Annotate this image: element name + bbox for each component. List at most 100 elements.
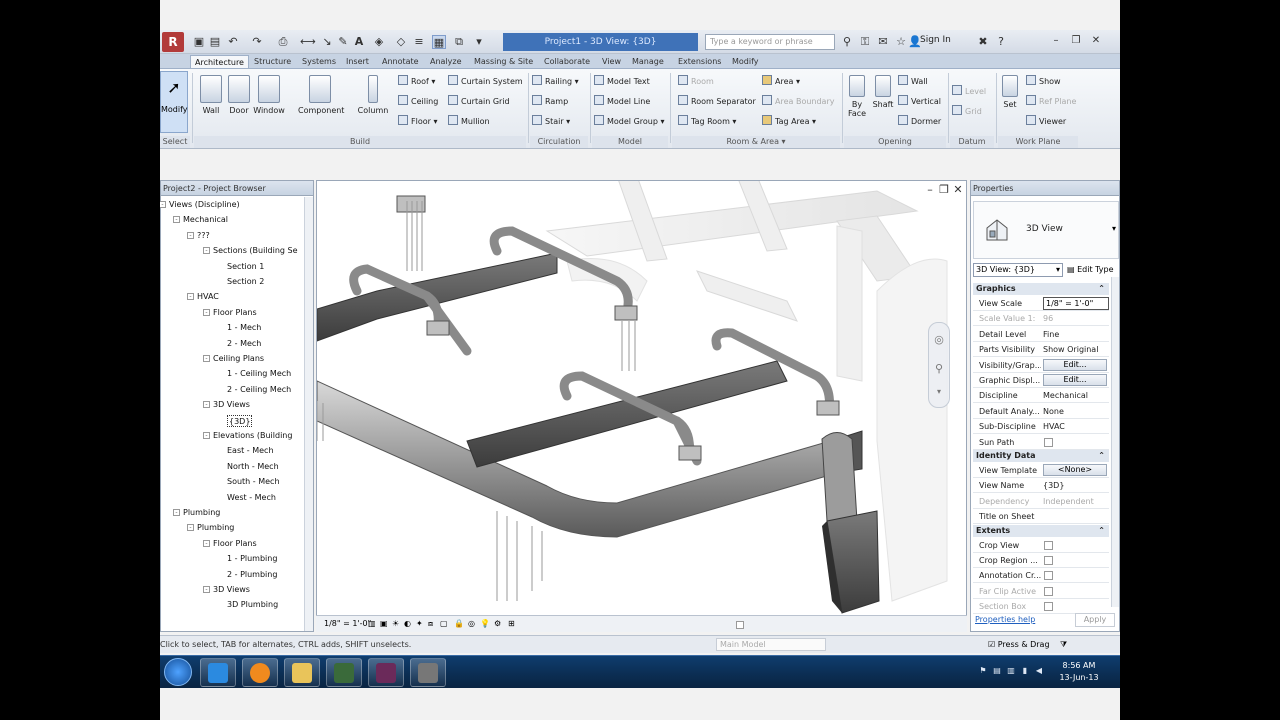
tab-massing-site[interactable]: Massing & Site [470,55,537,68]
browser-tree-item[interactable]: 3D Plumbing [227,599,278,611]
by-face-button[interactable]: By Face [844,73,870,131]
vertical-opening-button[interactable]: Vertical [898,95,941,109]
room-button[interactable]: Room [678,75,714,89]
tab-extensions[interactable]: Extensions [674,55,725,68]
detail-level-icon[interactable]: ▥ [368,616,376,632]
browser-tree-item[interactable]: Floor Plans [213,307,257,319]
crop-icon[interactable]: ⧈ [428,616,433,632]
tree-expander-icon[interactable]: - [203,539,210,547]
properties-scrollbar[interactable] [1111,277,1119,607]
viewer-button[interactable]: Viewer [1026,115,1066,129]
browser-tree-item[interactable]: Plumbing [197,522,234,534]
dimension-icon[interactable]: ↘ [320,35,334,49]
tab-collaborate[interactable]: Collaborate [540,55,594,68]
reveal-hidden-icon[interactable]: 💡 [480,616,490,632]
browser-tree-item[interactable]: Plumbing [183,507,220,519]
browser-tree-item[interactable]: 2 - Ceiling Mech [227,384,291,396]
browser-tree-item[interactable]: 3D Views [213,584,250,596]
floor-button[interactable]: Floor ▾ [398,115,437,129]
browser-tree-item[interactable]: Floor Plans [213,538,257,550]
type-dropdown-icon[interactable]: ▾ [1112,224,1116,233]
tree-expander-icon[interactable]: - [173,216,180,224]
browser-tree-item[interactable]: {3D} [227,414,253,427]
browser-tree-item[interactable]: West - Mech [227,492,276,504]
switch-windows-icon[interactable]: ▦ [432,35,446,49]
browser-tree-item[interactable]: 2 - Mech [227,338,261,350]
zoom-icon[interactable]: ⚲ [929,362,949,375]
search-input[interactable]: Type a keyword or phrase [705,34,835,50]
browser-tree-item[interactable]: Section 1 [227,261,264,273]
browser-tree-item[interactable]: East - Mech [227,445,274,457]
component-button[interactable]: Component [298,73,344,131]
property-section-header[interactable]: Extents ⌃ [973,524,1109,537]
tab-insert[interactable]: Insert [342,55,373,68]
property-value[interactable]: 1/8" = 1'-0" [1043,297,1109,310]
quick-access-dropdown-icon[interactable]: ▾ [472,35,486,49]
render-icon[interactable]: ✦ [416,616,423,632]
taskbar-clock[interactable]: 8:56 AM 13-Jun-13 [1055,660,1103,684]
visual-style-icon[interactable]: ▣ [380,616,388,632]
press-drag-checkbox[interactable]: ☑ Press & Drag [988,636,1050,653]
tray-volume-icon[interactable]: ◀ [1034,666,1044,676]
model-group-button[interactable]: Model Group ▾ [594,115,664,129]
tray-network2-icon[interactable]: ▥ [1006,666,1016,676]
start-button[interactable] [164,658,192,686]
tray-action-icon[interactable]: ⚑ [978,666,988,676]
tree-expander-icon[interactable]: - [187,293,194,301]
property-checkbox[interactable] [1044,540,1053,550]
area-button[interactable]: Area ▾ [762,75,800,89]
tree-expander-icon[interactable]: - [187,231,194,239]
grid-button[interactable]: Grid [952,105,982,119]
show-work-plane-button[interactable]: Show [1026,75,1061,89]
tab-systems[interactable]: Systems [298,55,340,68]
section-icon[interactable]: ◇ [394,35,408,49]
tag-room-button[interactable]: Tag Room ▾ [678,115,736,129]
property-checkbox[interactable] [1044,586,1053,596]
tab-manage[interactable]: Manage [628,55,668,68]
property-edit-button[interactable]: Edit... [1043,358,1107,371]
property-checkbox[interactable] [1044,556,1053,565]
browser-tree-item[interactable]: HVAC [197,291,219,303]
browser-tree-item[interactable]: Section 2 [227,276,264,288]
tag-area-button[interactable]: Tag Area ▾ [762,115,816,129]
browser-tree-item[interactable]: Views (Discipline) [169,199,240,211]
modify-button[interactable]: ➚ Modify [160,71,188,133]
browser-tree-item[interactable]: 2 - Plumbing [227,569,277,581]
curtain-grid-button[interactable]: Curtain Grid [448,95,510,109]
lock-view-icon[interactable]: 🔒 [454,616,464,632]
property-checkbox[interactable] [1044,602,1053,612]
view-instance-select[interactable]: 3D View: {3D} ▾ [973,263,1063,277]
browser-scrollbar[interactable] [304,197,313,631]
tray-network-icon[interactable]: ▤ [992,666,1002,676]
browser-tree-item[interactable]: Mechanical [183,214,228,226]
tree-expander-icon[interactable]: - [160,201,166,208]
browser-tree-item[interactable]: ??? [197,230,210,242]
browser-tree-item[interactable]: 1 - Mech [227,322,261,334]
ceiling-button[interactable]: Ceiling [398,95,438,109]
tree-expander-icon[interactable]: - [203,308,210,316]
browser-tree-item[interactable]: Elevations (Building [213,430,292,442]
restore-icon[interactable]: ❐ [1068,33,1084,49]
undo-icon[interactable]: ↶ [226,35,240,49]
help-icon[interactable]: ? [994,35,1008,49]
browser-tree-item[interactable]: Sections (Building Se [213,245,298,257]
close-hidden-icon[interactable]: ⧉ [452,35,466,49]
panel-label-select[interactable]: Select [160,136,190,148]
subscription-icon[interactable]: ⚿ [858,35,872,49]
sign-in-button[interactable]: Sign In [920,35,951,45]
horizontal-scroll[interactable] [736,621,744,629]
tree-expander-icon[interactable]: - [203,247,210,255]
measure-icon[interactable]: ⟷ [300,35,316,49]
stair-button[interactable]: Stair ▾ [532,115,570,129]
tree-expander-icon[interactable]: - [173,509,180,516]
workset-select[interactable]: Main Model [716,638,826,651]
properties-help-link[interactable]: Properties help [975,615,1035,624]
tree-expander-icon[interactable]: - [203,586,210,593]
tab-view[interactable]: View [598,55,625,68]
taskbar-tool[interactable] [410,658,446,687]
print-icon[interactable]: ⎙ [276,35,290,49]
property-edit-button[interactable]: Edit... [1043,374,1107,386]
analytical-icon[interactable]: ⊞ [508,616,515,632]
tab-structure[interactable]: Structure [250,55,295,68]
taskbar-revit[interactable] [368,658,404,687]
